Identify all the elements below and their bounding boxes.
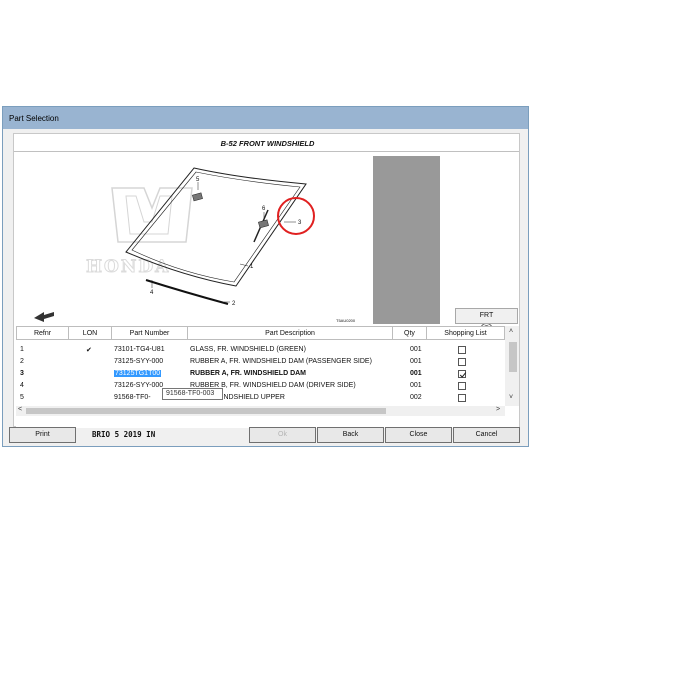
col-refnr[interactable]: Refnr (16, 326, 69, 340)
shopping-list-checkbox[interactable] (458, 358, 466, 366)
row-description: GLASS, FR. WINDSHIELD (GREEN) (190, 346, 306, 353)
col-qty[interactable]: Qty (393, 326, 427, 340)
row-refnr: 3 (20, 370, 24, 377)
row-refnr: 4 (20, 382, 24, 389)
callout-4: 4 (150, 290, 154, 296)
scroll-up-icon[interactable]: ˄ (509, 328, 513, 335)
check-icon (459, 372, 467, 378)
row-description: RUBBER A, FR. WINDSHIELD DAM (PASSENGER … (190, 358, 372, 365)
row-qty: 001 (410, 382, 422, 389)
scroll-down-icon[interactable]: ˅ (509, 394, 513, 401)
row-qty: 002 (410, 394, 422, 401)
scroll-left-icon[interactable]: < (18, 406, 22, 413)
shopping-list-checkbox[interactable] (458, 346, 466, 354)
table-row[interactable]: 2 73125-SYY-000 RUBBER A, FR. WINDSHIELD… (16, 356, 505, 368)
diagram-code: T5AU0200 (336, 318, 356, 323)
col-shopping-list[interactable]: Shopping List (427, 326, 505, 340)
shopping-list-checkbox[interactable] (458, 394, 466, 402)
footer-bar: Print BRIO 5 2019 IN Ok Back Close Cance… (3, 427, 530, 447)
row-qty: 001 (410, 346, 422, 353)
table-row-selected[interactable]: 3 73125TG1T00 RUBBER A, FR. WINDSHIELD D… (16, 368, 505, 380)
row-part-number: 73125-SYY-000 (114, 358, 164, 365)
cancel-button[interactable]: Cancel (453, 427, 520, 443)
callout-6: 6 (262, 206, 266, 212)
callout-3: 3 (298, 220, 302, 226)
row-part-number[interactable]: 73125TG1T00 (114, 370, 162, 377)
col-part-number[interactable]: Part Number (112, 326, 188, 340)
parts-table: Refnr LON Part Number Part Description Q… (16, 326, 519, 428)
highlight-circle (277, 197, 315, 235)
lon-check-icon: ✔ (86, 347, 92, 354)
callout-5: 5 (196, 177, 200, 183)
diagram-panel: B-52 FRONT WINDSHIELD HONDA 1 2 3 4 5 6 … (13, 133, 520, 428)
shopping-list-checkbox-checked[interactable] (458, 370, 467, 378)
close-button[interactable]: Close (385, 427, 452, 443)
table-row[interactable]: 4 73126-SYY-000 RUBBER B, FR. WINDSHIELD… (16, 380, 505, 392)
col-part-description[interactable]: Part Description (188, 326, 393, 340)
row-qty: 001 (410, 358, 422, 365)
row-qty: 001 (410, 370, 422, 377)
row-refnr: 2 (20, 358, 24, 365)
honda-logo: HONDA (86, 187, 193, 278)
table-header: Refnr LON Part Number Part Description Q… (16, 326, 505, 340)
rubber-strip (145, 279, 229, 305)
ok-button[interactable]: Ok (249, 427, 316, 443)
row-part-number: 73101-TG4-U81 (114, 346, 165, 353)
back-button[interactable]: Back (317, 427, 384, 443)
thumbnail-strip (373, 156, 440, 324)
vertical-scrollbar[interactable]: ˄ ˅ (505, 326, 519, 406)
windshield-diagram[interactable]: HONDA 1 2 3 4 5 6 T5AU0200 (14, 152, 374, 326)
scroll-right-icon[interactable]: > (496, 406, 500, 413)
horizontal-scrollbar[interactable]: < > (16, 406, 505, 416)
callout-2: 2 (232, 301, 236, 307)
vehicle-label: BRIO 5 2019 IN (92, 430, 156, 439)
col-lon[interactable]: LON (69, 326, 112, 340)
window-title: Part Selection (3, 107, 528, 129)
row-refnr: 1 (20, 346, 24, 353)
clip-part-6 (258, 219, 269, 229)
part-selection-window: Part Selection B-52 FRONT WINDSHIELD HON… (2, 106, 529, 447)
part-number-tooltip: 91568-TF0-003 (162, 388, 223, 400)
clip-part-5 (192, 192, 203, 202)
row-part-number: 91568-TF0- (114, 394, 151, 401)
table-row[interactable]: 1 ✔ 73101-TG4-U81 GLASS, FR. WINDSHIELD … (16, 344, 505, 356)
row-part-number: 73126-SYY-000 (114, 382, 164, 389)
row-part-number-cell: 73125TG1T00 (114, 370, 162, 377)
frt-button[interactable]: FRT (455, 308, 518, 324)
shopping-list-checkbox[interactable] (458, 382, 466, 390)
table-row[interactable]: 5 91568-TF0- , WINDSHIELD UPPER 002 (16, 392, 505, 404)
print-button[interactable]: Print (9, 427, 76, 443)
vertical-scroll-thumb[interactable] (509, 342, 517, 372)
row-refnr: 5 (20, 394, 24, 401)
horizontal-scroll-thumb[interactable] (26, 408, 386, 414)
front-arrow-icon (34, 312, 54, 322)
row-description: RUBBER A, FR. WINDSHIELD DAM (190, 370, 307, 377)
callout-1: 1 (250, 264, 254, 270)
honda-wordmark: HONDA (86, 257, 170, 277)
diagram-title: B-52 FRONT WINDSHIELD (220, 139, 315, 148)
